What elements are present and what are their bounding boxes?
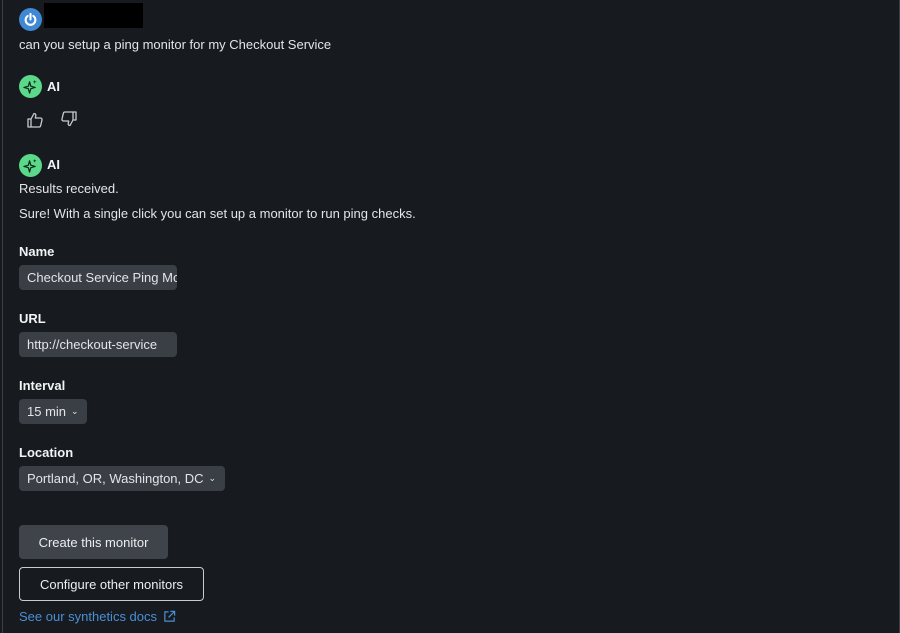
location-label: Location xyxy=(19,445,74,460)
left-divider xyxy=(2,0,3,633)
chevron-down-icon: ⌄ xyxy=(208,473,217,483)
interval-value: 15 min xyxy=(27,404,67,419)
location-value: Portland, OR, Washington, DC xyxy=(27,471,204,486)
chevron-down-icon: ⌄ xyxy=(71,406,79,416)
sparkles-icon xyxy=(23,158,37,173)
thumbs-up-icon[interactable] xyxy=(26,111,44,129)
sparkles-icon xyxy=(23,79,37,94)
user-message-text: can you setup a ping monitor for my Chec… xyxy=(19,37,332,52)
docs-link-label: See our synthetics docs xyxy=(19,609,158,624)
user-avatar xyxy=(19,8,42,31)
thumbs-down-icon[interactable] xyxy=(60,110,78,128)
ai-name: AI xyxy=(47,79,60,94)
redacted-username xyxy=(44,3,143,28)
interval-select[interactable]: 15 min ⌄ xyxy=(19,399,87,424)
name-input[interactable]: Checkout Service Ping Monitor xyxy=(19,265,177,290)
url-input[interactable]: http://checkout-service xyxy=(19,332,177,357)
location-select[interactable]: Portland, OR, Washington, DC ⌄ xyxy=(19,466,225,491)
synthetics-docs-link[interactable]: See our synthetics docs xyxy=(19,609,176,624)
configure-monitors-button[interactable]: Configure other monitors xyxy=(19,567,204,601)
create-monitor-button[interactable]: Create this monitor xyxy=(19,525,168,559)
power-icon xyxy=(24,12,37,26)
ai-name: AI xyxy=(47,157,60,172)
ai-message-text: Sure! With a single click you can set up… xyxy=(19,206,416,221)
ai-avatar xyxy=(19,75,42,98)
status-text: Results received. xyxy=(19,181,119,196)
interval-label: Interval xyxy=(19,378,66,393)
url-label: URL xyxy=(19,311,46,326)
name-label: Name xyxy=(19,244,55,259)
external-link-icon xyxy=(164,610,176,622)
ai-avatar xyxy=(19,154,42,177)
